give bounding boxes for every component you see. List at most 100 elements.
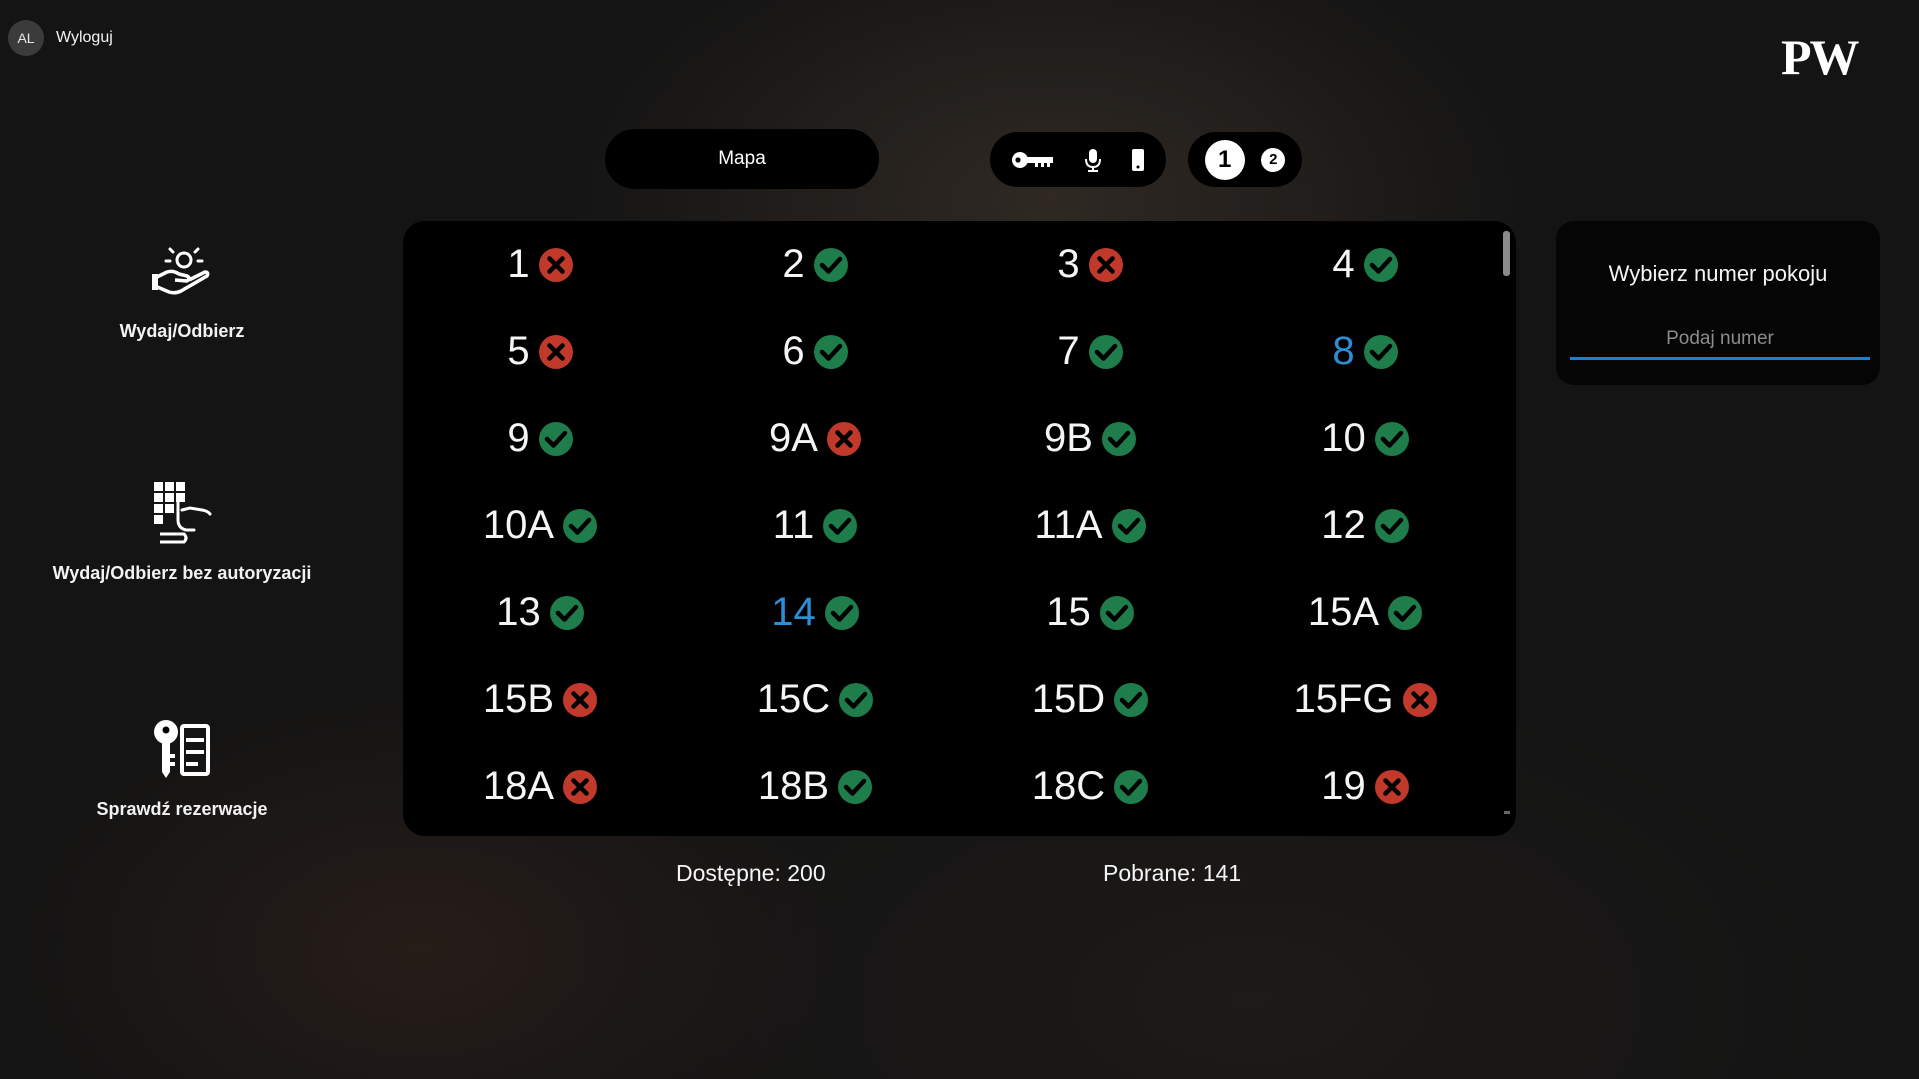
room-number: 13	[496, 590, 541, 634]
room-grid: 1 2 3 4 5 6 7 8 9 9A 9B 10 10A 11 11A 12 13 14 15 15A 15B 15C…	[403, 221, 1503, 830]
mode-selector	[990, 132, 1166, 187]
sidebar-item-label: Sprawdź rezerwacje	[96, 799, 268, 819]
room-cell[interactable]: 15A	[1228, 569, 1503, 656]
page-1-button[interactable]: 1	[1204, 139, 1245, 180]
avatar[interactable]: AL	[8, 20, 44, 56]
room-cell[interactable]: 13	[403, 569, 678, 656]
room-cell[interactable]: 15FG	[1228, 656, 1503, 743]
room-number: 15B	[482, 677, 555, 721]
room-cell[interactable]: 2	[678, 221, 953, 308]
check-icon	[822, 508, 858, 544]
room-cell[interactable]: 15D	[953, 656, 1228, 743]
check-icon	[538, 421, 574, 457]
room-number: 8	[1332, 329, 1355, 373]
room-number-input[interactable]	[1570, 321, 1870, 360]
room-cell[interactable]: 19	[1228, 743, 1503, 830]
room-cell[interactable]: 18A	[403, 743, 678, 830]
map-button[interactable]: Mapa	[605, 129, 879, 189]
room-number: 18A	[482, 764, 555, 808]
room-cell[interactable]: 9B	[953, 395, 1228, 482]
keypad-hand-icon	[150, 480, 214, 549]
logo-text: PW	[1781, 32, 1860, 80]
available-count: Dostępne: 200	[676, 860, 826, 886]
phone-icon[interactable]	[1131, 148, 1145, 172]
room-number: 19	[1321, 764, 1366, 808]
sidebar-item-issue-return[interactable]: Wydaj/Odbierz	[32, 246, 332, 342]
room-cell[interactable]: 15C	[678, 656, 953, 743]
room-number: 15D	[1031, 677, 1106, 721]
room-cell[interactable]: 9A	[678, 395, 953, 482]
check-icon	[1374, 508, 1410, 544]
key-icon[interactable]	[1011, 150, 1055, 170]
key-list-icon	[152, 718, 212, 785]
microphone-icon[interactable]	[1084, 148, 1102, 172]
cross-icon	[1088, 247, 1124, 283]
room-number: 12	[1321, 503, 1366, 547]
room-number: 15C	[756, 677, 831, 721]
room-cell[interactable]: 18C	[953, 743, 1228, 830]
cross-icon	[562, 682, 598, 718]
pw-logo: PW	[1781, 32, 1862, 80]
room-picker-panel: Wybierz numer pokoju	[1556, 221, 1880, 385]
room-number: 2	[782, 242, 805, 286]
sidebar-item-label: Wydaj/Odbierz	[119, 321, 245, 341]
check-icon	[1101, 421, 1137, 457]
cross-icon	[562, 769, 598, 805]
room-number: 15FG	[1293, 677, 1394, 721]
room-cell[interactable]: 10A	[403, 482, 678, 569]
check-icon	[1363, 334, 1399, 370]
room-number: 14	[771, 590, 816, 634]
room-cell[interactable]: 14	[678, 569, 953, 656]
room-cell[interactable]: 18B	[678, 743, 953, 830]
check-icon	[824, 595, 860, 631]
room-cell[interactable]: 15B	[403, 656, 678, 743]
room-cell[interactable]: 11	[678, 482, 953, 569]
room-cell[interactable]: 4	[1228, 221, 1503, 308]
room-number: 5	[507, 329, 530, 373]
room-number: 3	[1057, 242, 1080, 286]
cross-icon	[1402, 682, 1438, 718]
check-icon	[562, 508, 598, 544]
room-cell[interactable]: 11A	[953, 482, 1228, 569]
sidebar-item-check-reservations[interactable]: Sprawdź rezerwacje	[32, 718, 332, 820]
scroll-down-arrow[interactable]	[1504, 811, 1510, 814]
room-number: 9	[507, 416, 530, 460]
logout-link[interactable]: Wyloguj	[56, 29, 113, 47]
check-icon	[1099, 595, 1135, 631]
room-number: 10A	[482, 503, 555, 547]
room-number: 1	[507, 242, 530, 286]
check-icon	[549, 595, 585, 631]
room-cell[interactable]: 5	[403, 308, 678, 395]
check-icon	[837, 769, 873, 805]
room-cell[interactable]: 7	[953, 308, 1228, 395]
check-icon	[1374, 421, 1410, 457]
user-area: AL Wyloguj	[8, 20, 113, 56]
page-2-button[interactable]: 2	[1261, 147, 1286, 172]
check-icon	[1111, 508, 1147, 544]
sidebar-item-label: Wydaj/Odbierz bez autoryzacji	[52, 563, 312, 583]
check-icon	[813, 247, 849, 283]
room-cell[interactable]: 3	[953, 221, 1228, 308]
sidebar-item-issue-return-no-auth[interactable]: Wydaj/Odbierz bez autoryzacji	[32, 480, 332, 584]
room-cell[interactable]: 6	[678, 308, 953, 395]
room-number: 9B	[1044, 416, 1093, 460]
room-number: 10	[1321, 416, 1366, 460]
room-number: 18B	[757, 764, 830, 808]
room-cell[interactable]: 12	[1228, 482, 1503, 569]
room-number: 11A	[1034, 503, 1103, 547]
check-icon	[1088, 334, 1124, 370]
grid-scrollbar[interactable]	[1503, 231, 1510, 276]
cross-icon	[538, 247, 574, 283]
room-cell[interactable]: 1	[403, 221, 678, 308]
check-icon	[1363, 247, 1399, 283]
check-icon	[813, 334, 849, 370]
cross-icon	[826, 421, 862, 457]
cross-icon	[538, 334, 574, 370]
hand-person-icon	[151, 246, 213, 307]
room-cell[interactable]: 9	[403, 395, 678, 482]
room-cell[interactable]: 10	[1228, 395, 1503, 482]
room-number: 11	[772, 503, 815, 547]
room-cell[interactable]: 15	[953, 569, 1228, 656]
room-cell[interactable]: 8	[1228, 308, 1503, 395]
room-number: 6	[782, 329, 805, 373]
